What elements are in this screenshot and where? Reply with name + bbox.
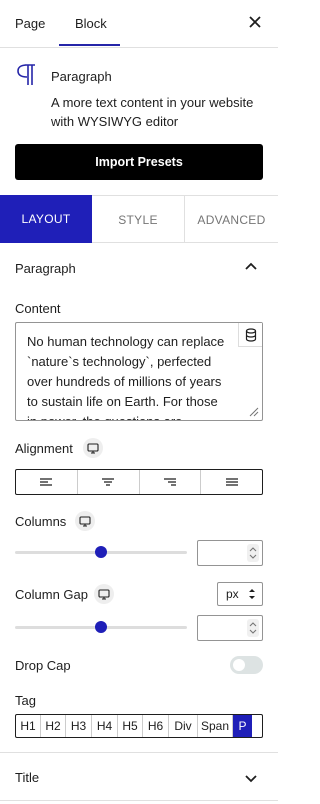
desktop-icon bbox=[79, 515, 91, 527]
sidebar-top-tabs: Page Block bbox=[0, 0, 278, 48]
tab-layout[interactable]: LAYOUT bbox=[0, 195, 92, 243]
align-center-button[interactable] bbox=[78, 470, 140, 494]
dynamic-data-button[interactable] bbox=[238, 323, 262, 347]
tag-option-h5[interactable]: H5 bbox=[118, 715, 143, 737]
tab-style[interactable]: STYLE bbox=[92, 196, 185, 243]
drop-cap-toggle[interactable] bbox=[230, 656, 263, 674]
align-left-button[interactable] bbox=[16, 470, 78, 494]
active-tab-indicator bbox=[59, 44, 120, 46]
align-center-icon bbox=[102, 478, 115, 486]
tab-block[interactable]: Block bbox=[75, 16, 107, 31]
spinner-icon[interactable] bbox=[247, 619, 259, 637]
database-icon bbox=[245, 327, 256, 342]
align-right-icon bbox=[163, 478, 176, 486]
content-textarea[interactable]: No human technology can replace `nature`… bbox=[15, 322, 263, 421]
align-justify-button[interactable] bbox=[201, 470, 262, 494]
chevron-down-icon[interactable] bbox=[244, 771, 258, 785]
unit-select-value: px bbox=[226, 587, 239, 601]
paragraph-icon bbox=[17, 64, 35, 85]
responsive-device-button[interactable] bbox=[83, 438, 103, 458]
content-label: Content bbox=[15, 301, 61, 316]
drop-cap-label: Drop Cap bbox=[15, 658, 71, 673]
tag-option-h6[interactable]: H6 bbox=[143, 715, 169, 737]
column-gap-slider-thumb[interactable] bbox=[95, 621, 107, 633]
block-description: A more text content in your website with… bbox=[51, 95, 254, 129]
columns-number-input[interactable] bbox=[197, 540, 263, 566]
responsive-device-button[interactable] bbox=[94, 584, 114, 604]
tag-toggle-group: H1 H2 H3 H4 H5 H6 Div Span P bbox=[15, 714, 263, 738]
section-divider bbox=[0, 800, 278, 801]
column-gap-number-input[interactable] bbox=[197, 615, 263, 641]
close-icon[interactable] bbox=[247, 14, 263, 30]
toggle-knob bbox=[233, 659, 245, 671]
spinner-icon[interactable] bbox=[247, 544, 259, 562]
block-title: Paragraph bbox=[51, 69, 112, 84]
desktop-icon bbox=[98, 588, 110, 600]
desktop-icon bbox=[87, 442, 99, 454]
tag-option-h3[interactable]: H3 bbox=[66, 715, 92, 737]
tag-option-h2[interactable]: H2 bbox=[41, 715, 66, 737]
import-presets-button[interactable]: Import Presets bbox=[15, 144, 263, 180]
chevron-up-icon[interactable] bbox=[244, 260, 258, 274]
tab-page[interactable]: Page bbox=[15, 16, 45, 31]
align-left-icon bbox=[40, 478, 53, 486]
align-right-button[interactable] bbox=[140, 470, 202, 494]
resize-handle-icon[interactable] bbox=[247, 405, 259, 417]
columns-slider-thumb[interactable] bbox=[95, 546, 107, 558]
section-title-paragraph[interactable]: Paragraph bbox=[15, 261, 76, 276]
tag-option-p[interactable]: P bbox=[233, 715, 252, 737]
column-gap-label: Column Gap bbox=[15, 587, 88, 602]
tag-option-span[interactable]: Span bbox=[198, 715, 233, 737]
responsive-device-button[interactable] bbox=[75, 511, 95, 531]
align-justify-icon bbox=[225, 478, 238, 486]
tag-label: Tag bbox=[15, 693, 36, 708]
tag-option-h1[interactable]: H1 bbox=[16, 715, 41, 737]
tag-option-h4[interactable]: H4 bbox=[92, 715, 118, 737]
panel-tabs: LAYOUT STYLE ADVANCED bbox=[0, 195, 278, 243]
section-divider bbox=[0, 752, 278, 753]
alignment-label: Alignment bbox=[15, 441, 73, 456]
section-title-title[interactable]: Title bbox=[15, 770, 39, 785]
tab-advanced[interactable]: ADVANCED bbox=[185, 196, 278, 243]
select-arrows-icon bbox=[249, 589, 255, 599]
unit-select[interactable]: px bbox=[217, 582, 263, 606]
columns-label: Columns bbox=[15, 514, 67, 529]
alignment-toggle-group bbox=[15, 469, 263, 495]
tag-option-div[interactable]: Div bbox=[169, 715, 198, 737]
